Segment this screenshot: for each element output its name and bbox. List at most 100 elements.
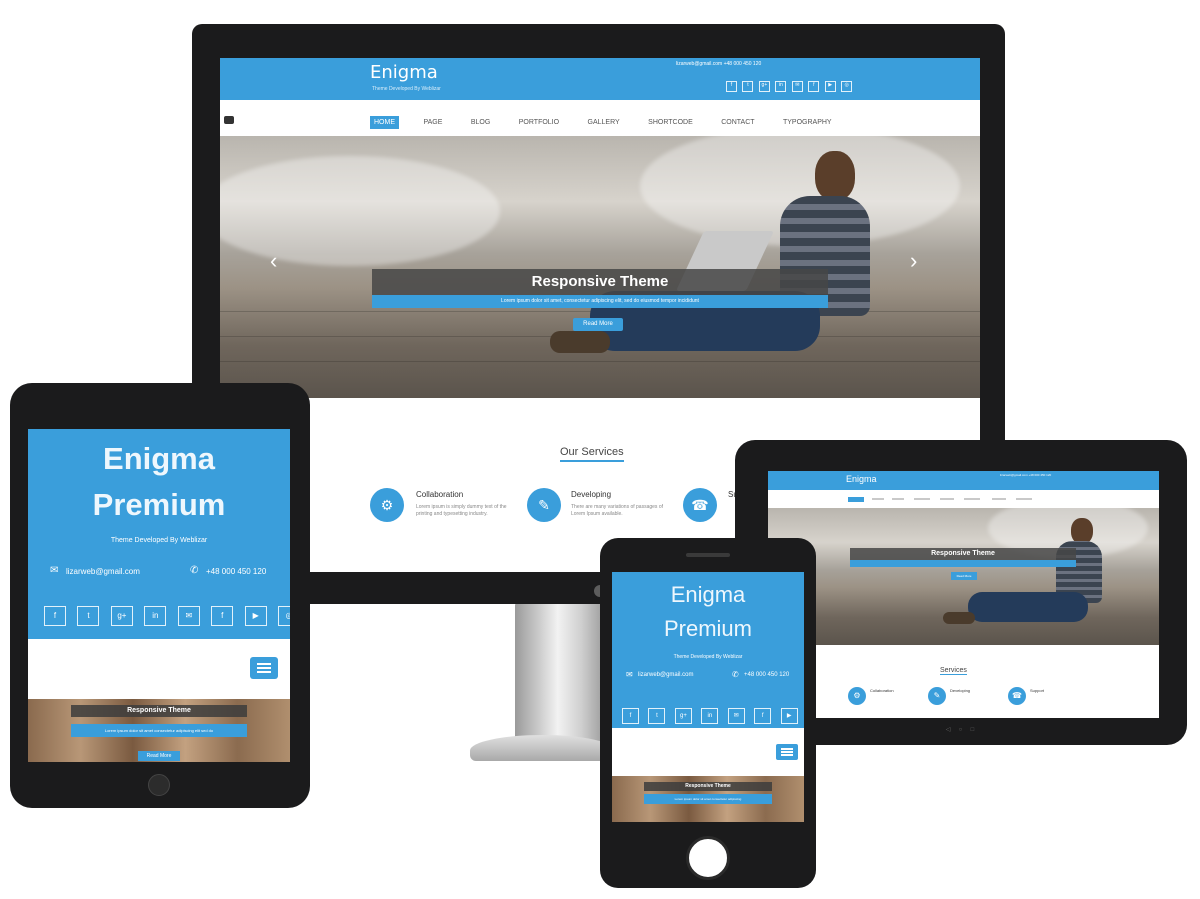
phone-social-row: f t g+ in ✉ f ▶ ◎ <box>622 704 804 724</box>
tablet-landscape-read-more-button[interactable]: Read More <box>951 572 977 580</box>
instagram-icon[interactable]: ◎ <box>278 606 290 626</box>
nav-home[interactable]: HOME <box>370 116 399 129</box>
tablet-landscape-service-3: Support <box>1030 688 1045 693</box>
tablet-portrait-home-button[interactable] <box>148 774 170 796</box>
desktop-logo[interactable]: Enigma <box>370 62 438 83</box>
linkedin-icon[interactable]: in <box>144 606 167 626</box>
hamburger-icon <box>781 748 793 750</box>
tablet-portrait-slider-title: Responsive Theme <box>127 707 191 714</box>
tablet-portrait-tagline: Theme Developed By Weblizar <box>110 537 208 544</box>
desktop-social-row: f t g+ in ✉ f ▶ ◎ <box>726 73 853 92</box>
tablet-portrait-header: Enigma Premium Theme Developed By Webliz… <box>28 429 290 639</box>
tablet-landscape-service-1: Collaboration <box>870 688 894 693</box>
nav-portfolio[interactable]: PORTFOLIO <box>515 116 563 129</box>
collaboration-icon: ⚙ <box>370 488 404 522</box>
service-title-developing: Developing <box>571 490 612 499</box>
nav-page[interactable]: PAGE <box>419 116 446 129</box>
phone-tagline: Theme Developed By Weblizar <box>673 654 743 660</box>
nav-blog[interactable]: BLOG <box>467 116 494 129</box>
desktop-menu-toggle-icon[interactable] <box>224 116 234 124</box>
twitter-icon[interactable]: t <box>77 606 100 626</box>
instagram-icon[interactable]: ◎ <box>841 81 853 92</box>
email-icon[interactable]: ✉ <box>177 606 200 626</box>
slider-title-bar: Responsive Theme <box>372 269 828 295</box>
collaboration-icon: ⚙ <box>848 687 866 705</box>
phone-menu-button[interactable] <box>776 744 798 760</box>
support-icon: ☎ <box>1008 687 1026 705</box>
tablet-landscape-nav-item[interactable] <box>892 498 904 500</box>
twitter-icon[interactable]: t <box>648 708 666 724</box>
tablet-landscape-nav <box>768 490 1159 508</box>
tablet-landscape-service-2: Developing <box>950 688 971 693</box>
tablet-portrait-phone[interactable]: +48 000 450 120 <box>206 567 276 576</box>
phone-email[interactable]: lizarweb@gmail.com <box>638 672 693 678</box>
google-plus-icon[interactable]: g+ <box>674 708 692 724</box>
facebook-icon-2[interactable]: f <box>211 606 234 626</box>
phone-title-2[interactable]: Premium <box>612 616 804 642</box>
support-icon: ☎ <box>683 488 717 522</box>
tablet-portrait-social-row: f t g+ in ✉ f ▶ ◎ <box>44 605 290 626</box>
facebook-icon-2[interactable]: f <box>808 81 820 92</box>
youtube-icon[interactable]: ▶ <box>824 81 836 92</box>
cloud-shape <box>220 156 500 266</box>
slider-read-more-button[interactable]: Read More <box>573 318 623 331</box>
service-text-developing: There are many variations of passages of… <box>571 504 663 517</box>
tablet-landscape-nav-home[interactable] <box>848 497 864 502</box>
phone-phone[interactable]: +48 000 450 120 <box>744 672 794 678</box>
person-head <box>815 151 855 201</box>
tablet-landscape-slider-title: Responsive Theme <box>931 550 995 557</box>
tablet-portrait-title-2[interactable]: Premium <box>28 487 290 523</box>
email-icon[interactable]: ✉ <box>791 81 803 92</box>
tablet-landscape-nav-item[interactable] <box>1016 498 1032 500</box>
email-icon[interactable]: ✉ <box>727 708 745 724</box>
tablet-landscape-contact: lizarweb@gmail.com +48 000 450 120 <box>1000 473 1052 477</box>
phone-title-1[interactable]: Enigma <box>612 582 804 608</box>
desktop-tagline: Theme Developed By Weblizar <box>372 86 441 92</box>
nav-contact[interactable]: CONTACT <box>717 116 758 129</box>
phone-home-button[interactable] <box>686 836 730 880</box>
tablet-portrait-slider-caption-bar: Lorem ipsum dolor sit amet consectetur a… <box>71 724 247 737</box>
tablet-landscape-nav-item[interactable] <box>872 498 884 500</box>
nav-typography[interactable]: TYPOGRAPHY <box>779 116 836 129</box>
hamburger-icon <box>257 663 271 665</box>
tablet-landscape-nav-item[interactable] <box>914 498 930 500</box>
facebook-icon[interactable]: f <box>622 708 639 724</box>
desktop-header: Enigma Theme Developed By Weblizar lizar… <box>220 58 980 100</box>
tablet-portrait-read-more-button[interactable]: Read More <box>138 751 180 761</box>
slider-prev-arrow[interactable]: ‹ <box>270 248 277 274</box>
tablet-portrait-email[interactable]: lizarweb@gmail.com <box>66 567 140 576</box>
google-plus-icon[interactable]: g+ <box>110 606 133 626</box>
developing-icon: ✎ <box>527 488 561 522</box>
tablet-landscape-slider-title-bar: Responsive Theme <box>850 548 1076 560</box>
youtube-icon[interactable]: ▶ <box>244 606 267 626</box>
tablet-landscape-nav-item[interactable] <box>964 498 980 500</box>
twitter-icon[interactable]: t <box>742 81 754 92</box>
tablet-portrait-title-1[interactable]: Enigma <box>28 441 290 477</box>
nav-shortcode[interactable]: SHORTCODE <box>644 116 697 129</box>
desktop-contact: lizarweb@gmail.com +48 000 450 120 <box>676 61 762 67</box>
phone-slider-caption-bar: Lorem ipsum dolor sit amet consectetur a… <box>644 794 772 804</box>
facebook-icon-2[interactable]: f <box>754 708 772 724</box>
tablet-landscape-nav-item[interactable] <box>992 498 1006 500</box>
facebook-icon[interactable]: f <box>44 606 66 626</box>
tablet-landscape-soft-keys: ◁ ○ □ <box>945 727 975 733</box>
linkedin-icon[interactable]: in <box>775 81 787 92</box>
monitor-stand-base <box>470 735 615 761</box>
phone-header: Enigma Premium Theme Developed By Webliz… <box>612 572 804 728</box>
tablet-portrait-menu-button[interactable] <box>250 657 278 679</box>
developing-icon: ✎ <box>928 687 946 705</box>
linkedin-icon[interactable]: in <box>701 708 719 724</box>
facebook-icon[interactable]: f <box>726 81 737 92</box>
slider-caption: Lorem ipsum dolor sit amet, consectetur … <box>501 298 699 304</box>
tablet-landscape-logo[interactable]: Enigma <box>846 474 877 484</box>
tablet-landscape-nav-item[interactable] <box>940 498 954 500</box>
slider-next-arrow[interactable]: › <box>910 248 917 274</box>
service-text-collaboration: Lorem ipsum is simply dummy text of the … <box>416 504 507 517</box>
google-plus-icon[interactable]: g+ <box>758 81 770 92</box>
tablet-landscape-caption-bar <box>850 560 1076 567</box>
person-shoe <box>550 331 610 353</box>
service-title-collaboration: Collaboration <box>416 490 464 499</box>
youtube-icon[interactable]: ▶ <box>780 708 798 724</box>
nav-gallery[interactable]: GALLERY <box>584 116 624 129</box>
tablet-portrait-screen: Enigma Premium Theme Developed By Webliz… <box>28 429 290 762</box>
